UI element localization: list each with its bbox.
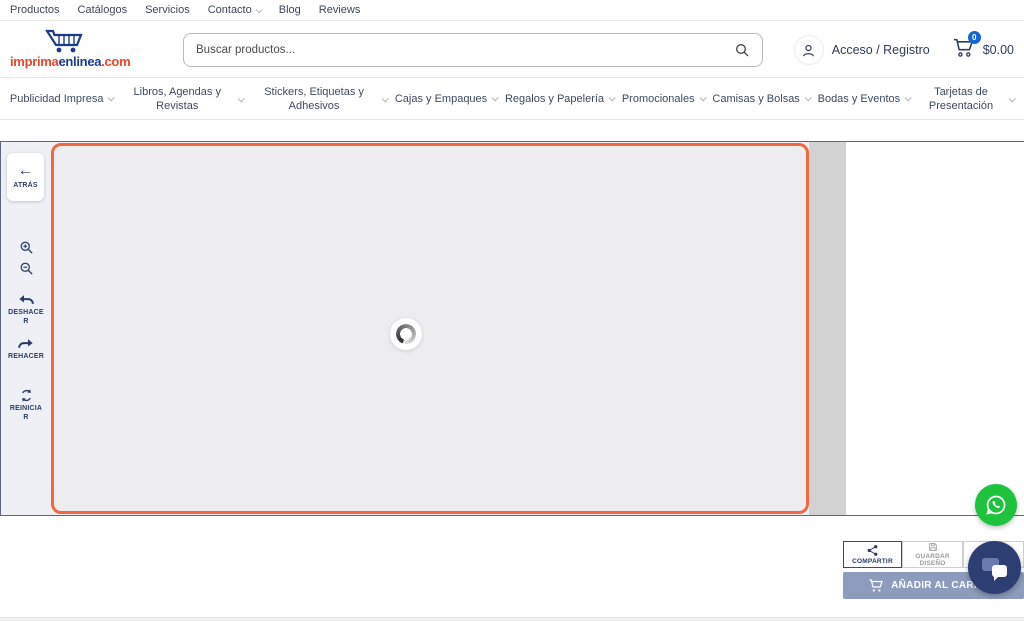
header-right: Acceso / Registro 0 $0.00 <box>794 30 1014 70</box>
nav-item-label: Cajas y Empaques <box>395 92 487 106</box>
design-editor: ← ATRÁS <box>0 141 1024 516</box>
redo-label: REHACER <box>8 353 44 362</box>
editor-toolbar: ← ATRÁS <box>1 142 51 515</box>
user-icon <box>800 42 817 59</box>
search-bar <box>183 33 763 67</box>
nav-item-label: Libros, Agendas y Revistas <box>121 85 233 114</box>
chevron-down-icon <box>382 95 389 102</box>
chat-bubble-icon <box>992 565 1007 577</box>
nav-item-promocionales[interactable]: Promocionales <box>622 92 705 106</box>
chevron-down-icon <box>905 95 912 102</box>
whatsapp-button[interactable] <box>975 484 1017 526</box>
topbar-item-reviews[interactable]: Reviews <box>319 4 361 16</box>
site-logo[interactable]: imprimaenlinea.com <box>10 28 120 69</box>
nav-item-label: Promocionales <box>622 92 695 106</box>
nav-item-stickers-etiquetas[interactable]: Stickers, Etiquetas y Adhesivos <box>251 85 387 114</box>
search-input[interactable] <box>196 44 734 56</box>
redo-icon <box>18 338 34 351</box>
search-icon[interactable] <box>734 42 750 58</box>
chevron-down-icon <box>609 95 616 102</box>
back-label: ATRÁS <box>8 182 44 191</box>
back-arrow-icon: ← <box>18 163 34 179</box>
chevron-down-icon <box>108 95 115 102</box>
logo-part-3: .com <box>101 54 130 69</box>
logo-part-1: imprima <box>10 54 58 69</box>
logo-part-2: enlinea <box>58 54 101 69</box>
whatsapp-icon <box>984 493 1008 517</box>
chevron-down-icon <box>1009 95 1016 102</box>
nav-item-cajas-empaques[interactable]: Cajas y Empaques <box>395 92 497 106</box>
topbar-item-contacto-label: Contacto <box>208 4 252 16</box>
zoom-out-icon <box>19 261 34 276</box>
undo-label: DESHACER <box>8 309 44 327</box>
top-utility-bar: Productos Catálogos Servicios Contacto B… <box>0 0 1024 21</box>
nav-item-label: Stickers, Etiquetas y Adhesivos <box>251 85 377 114</box>
topbar-item-catalogos[interactable]: Catálogos <box>78 4 128 16</box>
spinner-icon <box>396 324 416 344</box>
reset-label: REINICIAR <box>8 405 44 423</box>
topbar-item-servicios[interactable]: Servicios <box>145 4 190 16</box>
zoom-in-button[interactable] <box>1 240 51 255</box>
logo-cart-icon <box>45 28 85 54</box>
logo-text: imprimaenlinea.com <box>10 54 120 69</box>
nav-item-label: Publicidad Impresa <box>10 92 104 106</box>
reset-button[interactable]: REINICIAR <box>1 388 51 423</box>
chevron-down-icon <box>804 95 811 102</box>
share-button[interactable]: COMPARTIR <box>843 541 902 568</box>
undo-icon <box>18 294 34 307</box>
login-register-link[interactable]: Acceso / Registro <box>832 43 930 57</box>
cart-button[interactable]: 0 <box>952 37 975 63</box>
topbar-item-productos[interactable]: Productos <box>10 4 60 16</box>
undo-button[interactable]: DESHACER <box>1 294 51 327</box>
loading-spinner <box>390 318 422 350</box>
cart-total: $0.00 <box>983 43 1014 57</box>
nav-item-label: Regalos y Papelería <box>505 92 604 106</box>
avatar[interactable] <box>794 35 824 65</box>
share-label: COMPARTIR <box>852 558 893 565</box>
product-options-panel <box>846 142 1024 515</box>
save-design-button[interactable]: GUARDAR DISEÑO <box>902 541 963 568</box>
topbar-item-blog[interactable]: Blog <box>279 4 301 16</box>
topbar-item-contacto[interactable]: Contacto <box>208 4 261 16</box>
canvas-scroll-gutter <box>809 142 846 515</box>
chat-widget-button[interactable] <box>968 541 1021 594</box>
zoom-out-button[interactable] <box>1 261 51 276</box>
nav-item-bodas-eventos[interactable]: Bodas y Eventos <box>818 92 911 106</box>
nav-item-label: Bodas y Eventos <box>818 92 901 106</box>
category-nav: Publicidad Impresa Libros, Agendas y Rev… <box>0 79 1024 120</box>
reset-icon <box>19 388 34 403</box>
nav-item-tarjetas-presentacion[interactable]: Tarjetas de Presentación <box>918 85 1014 114</box>
zoom-in-icon <box>19 240 34 255</box>
nav-item-publicidad-impresa[interactable]: Publicidad Impresa <box>10 92 114 106</box>
design-canvas[interactable] <box>51 143 809 514</box>
share-icon <box>866 544 879 557</box>
save-label: GUARDAR DISEÑO <box>903 553 962 567</box>
chevron-down-icon <box>238 95 245 102</box>
page: Productos Catálogos Servicios Contacto B… <box>0 0 1024 621</box>
nav-item-label: Tarjetas de Presentación <box>918 85 1004 114</box>
chevron-down-icon <box>255 6 262 13</box>
footer-edge <box>0 617 1024 621</box>
save-icon <box>927 542 939 552</box>
nav-item-regalos-papeleria[interactable]: Regalos y Papelería <box>505 92 614 106</box>
nav-item-label: Camisas y Bolsas <box>712 92 799 106</box>
redo-button[interactable]: REHACER <box>1 338 51 362</box>
add-cart-icon <box>868 578 884 593</box>
nav-item-libros-agendas[interactable]: Libros, Agendas y Revistas <box>121 85 243 114</box>
header: imprimaenlinea.com Acceso / Registro <box>0 22 1024 78</box>
chevron-down-icon <box>492 95 499 102</box>
back-button[interactable]: ← ATRÁS <box>7 153 44 201</box>
nav-item-camisas-bolsas[interactable]: Camisas y Bolsas <box>712 92 809 106</box>
chevron-down-icon <box>699 95 706 102</box>
cart-count-badge: 0 <box>968 31 981 44</box>
